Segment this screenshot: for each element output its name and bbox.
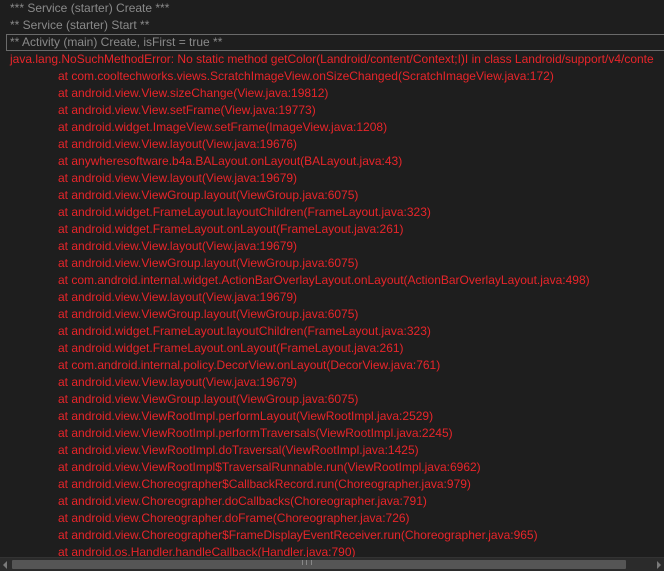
log-line-text: at android.view.Choreographer.doCallback… bbox=[58, 494, 427, 508]
stack-frame-line[interactable]: at android.view.ViewGroup.layout(ViewGro… bbox=[0, 391, 358, 408]
stack-frame-line[interactable]: at com.android.internal.widget.ActionBar… bbox=[0, 272, 590, 289]
log-line-text: at android.view.ViewRootImpl.performTrav… bbox=[58, 426, 453, 440]
log-line-text: at com.cooltechworks.views.ScratchImageV… bbox=[58, 69, 554, 83]
stack-frame-line[interactable]: at android.view.View.sizeChange(View.jav… bbox=[0, 85, 328, 102]
log-line-text: at android.os.Handler.handleCallback(Han… bbox=[58, 545, 356, 557]
log-line-text: at android.view.View.layout(View.java:19… bbox=[58, 137, 298, 151]
log-line-text: at android.widget.FrameLayout.onLayout(F… bbox=[58, 222, 404, 236]
log-line-text: at android.widget.ImageView.setFrame(Ima… bbox=[58, 120, 388, 134]
stack-frame-line[interactable]: at android.view.ViewRootImpl.performTrav… bbox=[0, 425, 453, 442]
log-line-text: at android.view.View.layout(View.java:19… bbox=[58, 375, 298, 389]
log-line-text: at com.android.internal.widget.ActionBar… bbox=[58, 273, 590, 287]
stack-frame-line[interactable]: at android.widget.ImageView.setFrame(Ima… bbox=[0, 119, 387, 136]
selected-log-line[interactable]: ** Activity (main) Create, isFirst = tru… bbox=[6, 34, 664, 51]
stack-frame-line[interactable]: at android.view.ViewRootImpl$TraversalRu… bbox=[0, 459, 481, 476]
log-line-text: at android.view.Choreographer.doFrame(Ch… bbox=[58, 511, 410, 525]
log-line-text: at android.view.View.setFrame(View.java:… bbox=[58, 103, 316, 117]
log-line[interactable]: ** Service (starter) Start ** bbox=[0, 17, 149, 34]
log-line[interactable]: *** Service (starter) Create *** bbox=[0, 0, 169, 17]
log-line-text: at android.widget.FrameLayout.layoutChil… bbox=[58, 324, 431, 338]
stack-frame-line[interactable]: at android.widget.FrameLayout.layoutChil… bbox=[0, 204, 431, 221]
stack-frame-line[interactable]: at android.view.ViewGroup.layout(ViewGro… bbox=[0, 255, 358, 272]
scrollbar-thumb[interactable] bbox=[12, 560, 626, 569]
stack-frame-line[interactable]: at android.view.Choreographer$FrameDispl… bbox=[0, 527, 538, 544]
stack-frame-line[interactable]: at android.view.ViewGroup.layout(ViewGro… bbox=[0, 187, 358, 204]
log-panel[interactable]: *** Service (starter) Create *** ** Servi… bbox=[0, 0, 664, 557]
stack-frame-line[interactable]: at android.view.View.layout(View.java:19… bbox=[0, 170, 297, 187]
log-line-text: at android.view.ViewRootImpl.performLayo… bbox=[58, 409, 434, 423]
stack-frame-line[interactable]: at android.view.View.layout(View.java:19… bbox=[0, 289, 297, 306]
stack-frame-line[interactable]: at android.view.View.layout(View.java:19… bbox=[0, 374, 297, 391]
error-line[interactable]: java.lang.NoSuchMethodError: No static m… bbox=[0, 51, 654, 68]
stack-frame-line[interactable]: at com.android.internal.policy.DecorView… bbox=[0, 357, 440, 374]
stack-frame-line[interactable]: at android.widget.FrameLayout.layoutChil… bbox=[0, 323, 431, 340]
log-line-text: at android.view.View.layout(View.java:19… bbox=[58, 239, 298, 253]
log-line-text: at android.widget.FrameLayout.layoutChil… bbox=[58, 205, 431, 219]
stack-frame-line[interactable]: at android.view.View.layout(View.java:19… bbox=[0, 136, 297, 153]
arrow-right-icon[interactable] bbox=[657, 561, 661, 569]
stack-frame-line[interactable]: at android.view.Choreographer$CallbackRe… bbox=[0, 476, 471, 493]
grip-icon bbox=[302, 560, 312, 565]
stack-frame-line[interactable]: at android.view.Choreographer.doFrame(Ch… bbox=[0, 510, 410, 527]
log-line-text: at android.view.Choreographer$CallbackRe… bbox=[58, 477, 471, 491]
stack-frame-line[interactable]: at android.view.ViewRootImpl.performLayo… bbox=[0, 408, 433, 425]
log-line-text: *** Service (starter) Create *** bbox=[10, 1, 170, 15]
log-line-text: at android.view.ViewGroup.layout(ViewGro… bbox=[58, 392, 359, 406]
stack-frame-line[interactable]: at android.view.ViewGroup.layout(ViewGro… bbox=[0, 306, 358, 323]
log-line-text: at android.view.ViewRootImpl$TraversalRu… bbox=[58, 460, 481, 474]
log-line-text: at android.view.View.sizeChange(View.jav… bbox=[58, 86, 329, 100]
log-line-text: ** Service (starter) Start ** bbox=[10, 18, 150, 32]
log-line-text: at com.android.internal.policy.DecorView… bbox=[58, 358, 441, 372]
log-line-text: at android.view.View.layout(View.java:19… bbox=[58, 290, 298, 304]
stack-frame-line[interactable]: at android.view.Choreographer.doCallback… bbox=[0, 493, 427, 510]
stack-frame-line[interactable]: at android.os.Handler.handleCallback(Han… bbox=[0, 544, 356, 557]
log-line-text: at android.view.ViewRootImpl.doTraversal… bbox=[58, 443, 419, 457]
horizontal-scrollbar[interactable] bbox=[0, 557, 664, 571]
stack-frame-line[interactable]: at android.widget.FrameLayout.onLayout(F… bbox=[0, 340, 404, 357]
stack-frame-line[interactable]: at android.widget.FrameLayout.onLayout(F… bbox=[0, 221, 404, 238]
log-line-text: java.lang.NoSuchMethodError: No static m… bbox=[10, 52, 654, 66]
stack-frame-line[interactable]: at com.cooltechworks.views.ScratchImageV… bbox=[0, 68, 554, 85]
log-line-text: at android.view.ViewGroup.layout(ViewGro… bbox=[58, 307, 359, 321]
stack-frame-line[interactable]: at android.view.View.layout(View.java:19… bbox=[0, 238, 297, 255]
log-line-text: at android.view.ViewGroup.layout(ViewGro… bbox=[58, 256, 359, 270]
stack-frame-line[interactable]: at anywheresoftware.b4a.BALayout.onLayou… bbox=[0, 153, 402, 170]
log-line-text: at anywheresoftware.b4a.BALayout.onLayou… bbox=[58, 154, 403, 168]
log-line-text: at android.view.ViewGroup.layout(ViewGro… bbox=[58, 188, 359, 202]
log-line-text: at android.view.View.layout(View.java:19… bbox=[58, 171, 298, 185]
stack-frame-line[interactable]: at android.view.ViewRootImpl.doTraversal… bbox=[0, 442, 419, 459]
arrow-left-icon[interactable] bbox=[3, 561, 7, 569]
log-line-text: at android.view.Choreographer$FrameDispl… bbox=[58, 528, 538, 542]
log-line-text: ** Activity (main) Create, isFirst = tru… bbox=[10, 35, 223, 49]
log-line-text: at android.widget.FrameLayout.onLayout(F… bbox=[58, 341, 404, 355]
stack-frame-line[interactable]: at android.view.View.setFrame(View.java:… bbox=[0, 102, 316, 119]
